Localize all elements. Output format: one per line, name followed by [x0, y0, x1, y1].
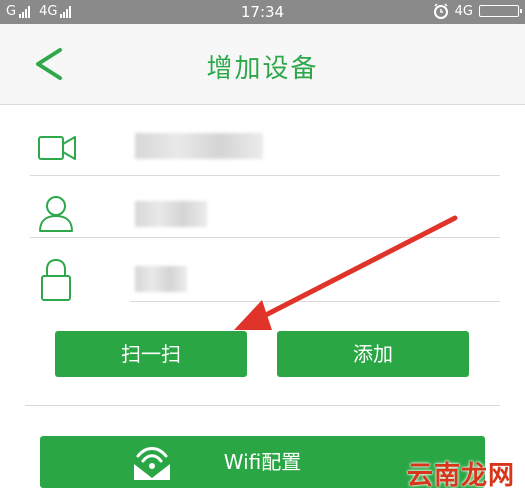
password-input[interactable]: [130, 262, 494, 298]
divider: [30, 237, 500, 238]
user-icon: [39, 196, 73, 232]
watermark-logo: 云南龙网: [406, 461, 515, 491]
scan-button[interactable]: 扫一扫: [55, 331, 247, 377]
status-right: 4G: [433, 3, 522, 19]
username-input[interactable]: [130, 197, 494, 233]
page-title: 增加设备: [206, 54, 319, 84]
network-right-label: 4G: [454, 3, 473, 19]
device-id-input[interactable]: [130, 129, 494, 165]
alarm-icon: [433, 3, 448, 19]
divider: [130, 301, 500, 302]
status-bar: G 4G 17:34 4G: [0, 0, 525, 24]
device-id-row: [25, 125, 500, 175]
battery-icon: [479, 5, 522, 17]
header-bar: 增加设备: [0, 24, 525, 105]
camera-icon: [38, 136, 76, 160]
lock-icon: [41, 258, 71, 301]
add-button[interactable]: 添加: [277, 331, 469, 377]
divider: [30, 175, 500, 176]
username-row: [25, 193, 500, 243]
divider: [25, 405, 500, 406]
